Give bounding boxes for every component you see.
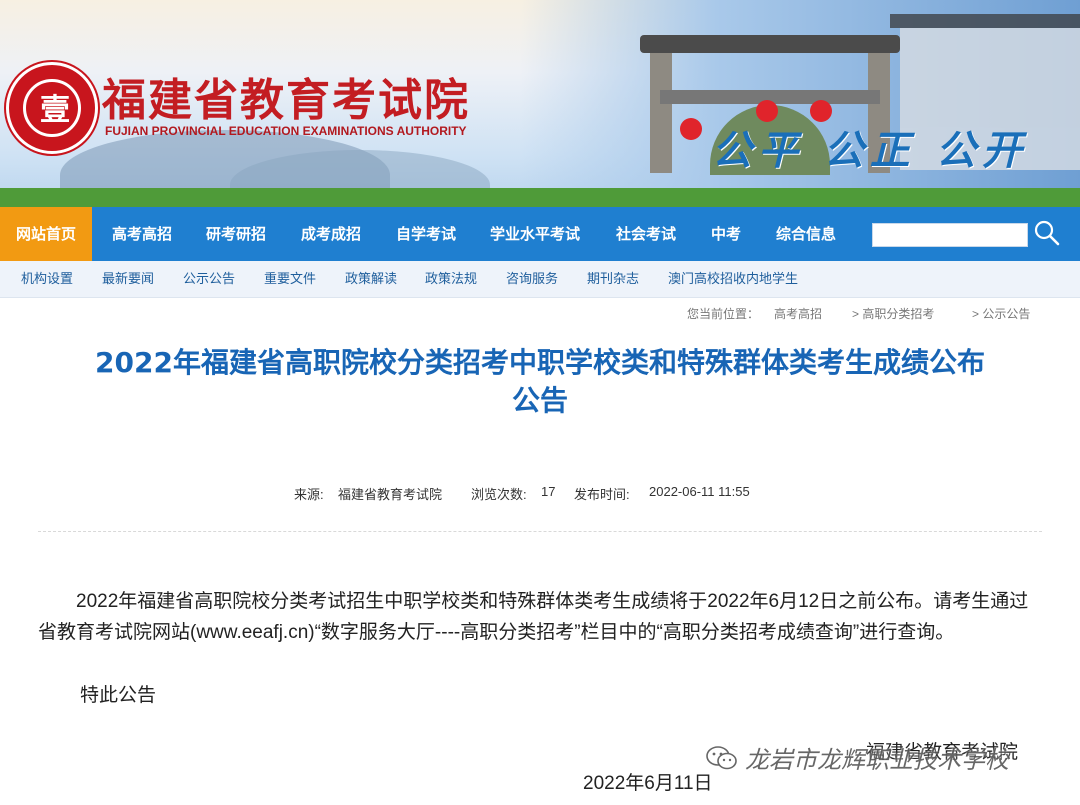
nav-item-home[interactable]: 网站首页 [0, 207, 92, 261]
article-body: 2022年福建省高职院校分类考试招生中职学校类和特殊群体类考生成绩将于2022年… [38, 586, 1042, 648]
header-banner: 壹 福建省教育考试院 FUJIAN PROVINCIAL EDUCATION E… [0, 0, 1080, 207]
site-subtitle: FUJIAN PROVINCIAL EDUCATION EXAMINATIONS… [105, 124, 467, 138]
subnav-item-gonggao[interactable]: 公示公告 [183, 261, 235, 297]
sub-nav: 机构设置 最新要闻 公示公告 重要文件 政策解读 政策法规 咨询服务 期刊杂志 … [0, 261, 1080, 298]
meta-views: 17 [541, 484, 556, 499]
banner-trees-base [0, 188, 1080, 207]
site-title[interactable]: 福建省教育考试院 [102, 64, 470, 128]
nav-item-shehui[interactable]: 社会考试 [600, 207, 692, 261]
subnav-item-zixun[interactable]: 咨询服务 [506, 261, 558, 297]
article-title: 2022年福建省高职院校分类招考中职学校类和特殊群体类考生成绩公布 公告 [40, 344, 1040, 420]
article-title-line: 2022年福建省高职院校分类招考中职学校类和特殊群体类考生成绩公布 [95, 346, 985, 379]
logo-seal-icon[interactable]: 壹 [6, 62, 98, 154]
nav-item-zonghe[interactable]: 综合信息 [760, 207, 852, 261]
sign-date: 2022年6月11日 [583, 773, 713, 794]
lantern-icon [680, 118, 702, 140]
nav-item-chengkao[interactable]: 成考成招 [285, 207, 377, 261]
closing-text: 特此公告 [80, 685, 157, 706]
meta-date-label: 发布时间: [574, 487, 630, 502]
wechat-icon [706, 745, 737, 769]
slogan: 公平 公正 公开 [712, 128, 1028, 174]
subnav-item-qikan[interactable]: 期刊杂志 [587, 261, 639, 297]
watermark-text: 龙岩市龙辉职业技术学校 [745, 747, 1009, 774]
subnav-item-wenjian[interactable]: 重要文件 [264, 261, 316, 297]
nav-item-xueye[interactable]: 学业水平考试 [480, 207, 590, 261]
subnav-item-jiedu[interactable]: 政策解读 [345, 261, 397, 297]
article-title-line: 公告 [511, 384, 568, 417]
subnav-item-fagui[interactable]: 政策法规 [425, 261, 477, 297]
subnav-item-jigou[interactable]: 机构设置 [21, 261, 73, 297]
search-icon[interactable] [1032, 218, 1062, 248]
subnav-item-aomen[interactable]: 澳门高校招收内地学生 [668, 261, 798, 297]
subnav-item-yaowen[interactable]: 最新要闻 [102, 261, 154, 297]
breadcrumb-item[interactable]: > 公示公告 [972, 305, 1030, 322]
article-paragraph: 2022年福建省高职院校分类考试招生中职学校类和特殊群体类考生成绩将于2022年… [38, 591, 1029, 643]
logo-glyph: 壹 [40, 93, 70, 128]
nav-item-gaokao[interactable]: 高考高招 [96, 207, 188, 261]
breadcrumb-item[interactable]: 高考高招 [774, 305, 822, 322]
meta-source: 福建省教育考试院 [338, 487, 443, 502]
breadcrumb-prefix: 您当前位置： [687, 307, 760, 321]
nav-item-yankao[interactable]: 研考研招 [190, 207, 282, 261]
search-input[interactable] [872, 223, 1028, 247]
meta-source-label: 来源: [294, 487, 324, 502]
meta-views-label: 浏览次数: [471, 487, 527, 502]
breadcrumb-item[interactable]: > 高职分类招考 [852, 305, 934, 322]
nav-item-zhongkao[interactable]: 中考 [700, 207, 752, 261]
meta-date: 2022-06-11 11:55 [649, 484, 750, 499]
divider [38, 531, 1042, 532]
nav-item-zikao[interactable]: 自学考试 [380, 207, 472, 261]
watermark: 龙岩市龙辉职业技术学校 [705, 740, 1009, 775]
